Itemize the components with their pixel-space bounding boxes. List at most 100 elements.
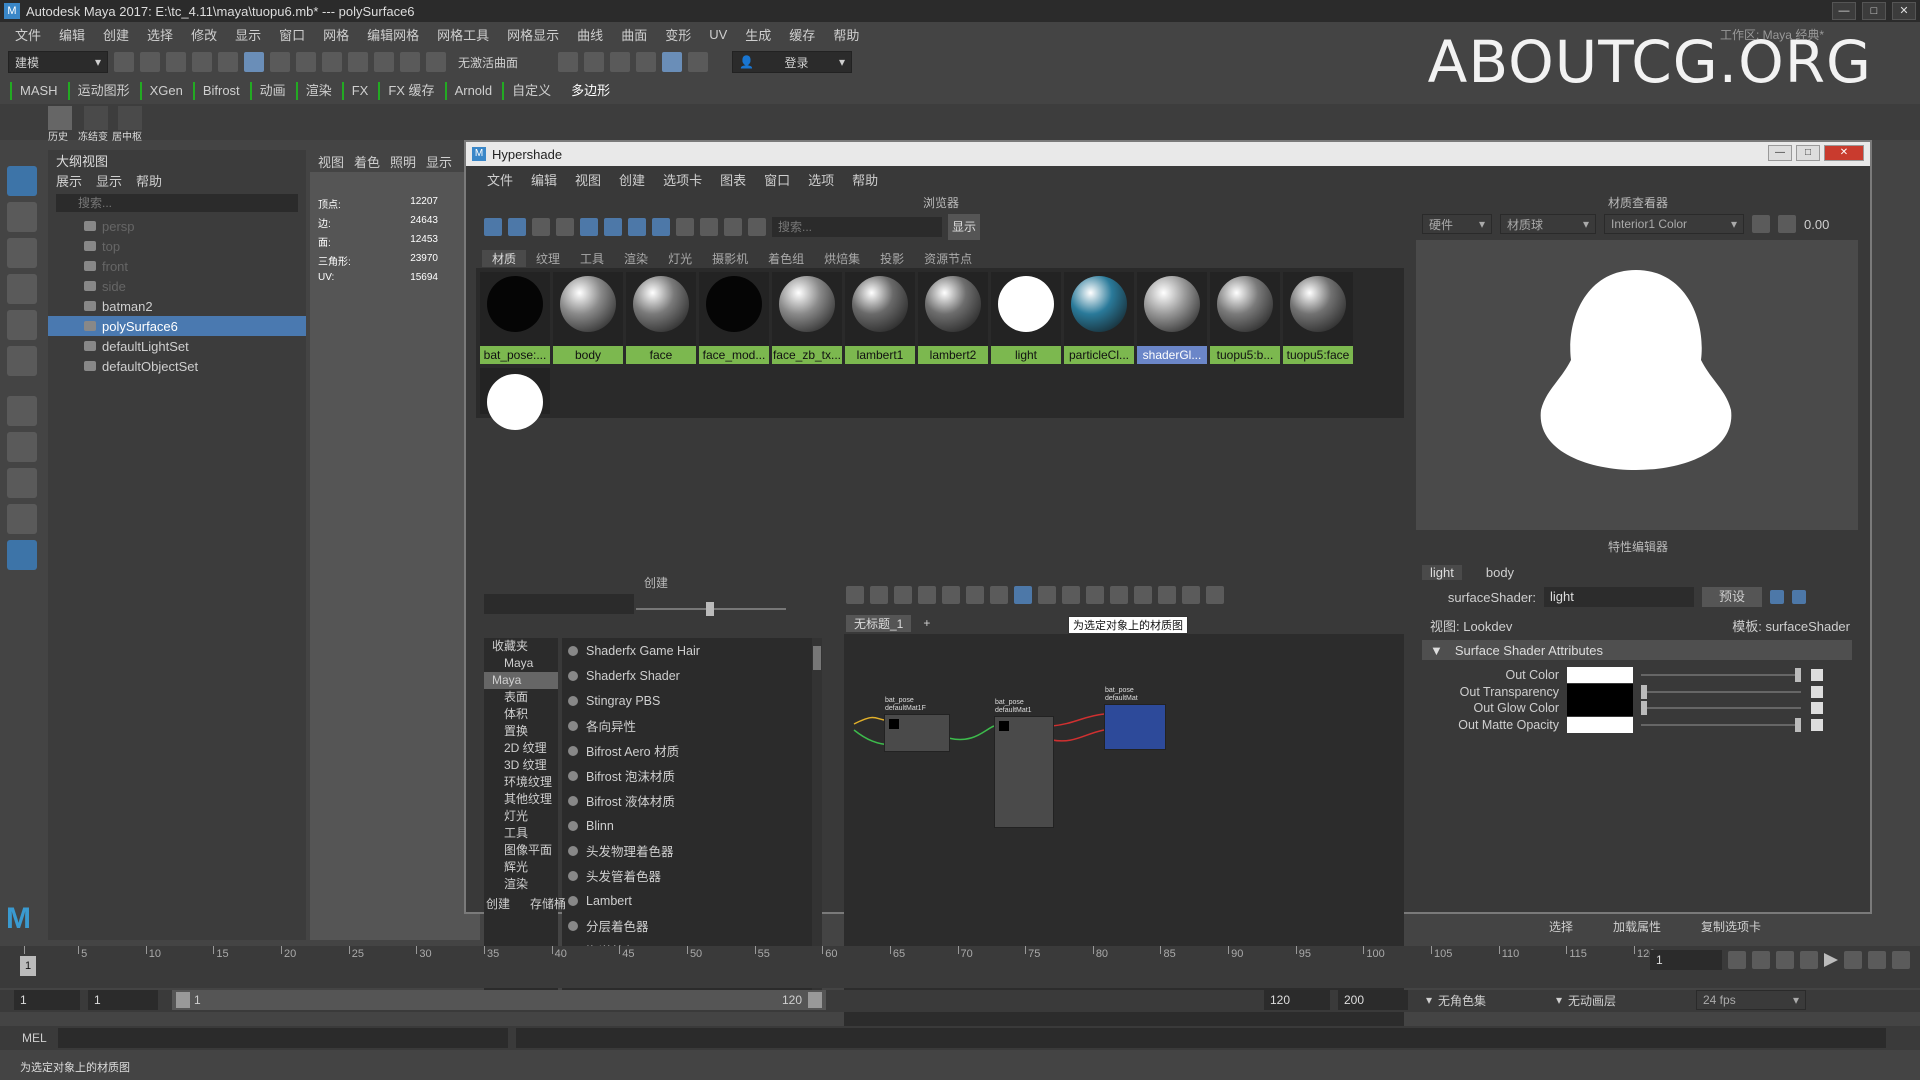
sort-name-icon[interactable] — [652, 218, 670, 236]
create-node-item[interactable]: 分层着色器 — [562, 913, 816, 938]
menu-item[interactable]: 创建 — [94, 25, 138, 44]
slider-handle[interactable] — [706, 602, 714, 616]
create-node-item[interactable]: Stingray PBS — [562, 688, 816, 713]
create-node-item[interactable]: Blinn — [562, 813, 816, 838]
layout-icon[interactable] — [990, 586, 1008, 604]
environment-dropdown[interactable]: Interior1 Color ▾ — [1604, 214, 1744, 234]
browser-tab[interactable]: 烘焙集 — [814, 250, 870, 267]
create-category[interactable]: 工具 — [484, 825, 558, 842]
minimize-icon[interactable]: — — [1832, 2, 1856, 20]
shelf-tab[interactable]: 多边形 — [561, 82, 618, 100]
ipr-render-icon[interactable] — [584, 52, 604, 72]
search-icon[interactable] — [1134, 586, 1152, 604]
outliner-item[interactable]: batman2 — [48, 296, 306, 316]
outliner-item[interactable]: front — [48, 256, 306, 276]
save-scene-icon[interactable] — [166, 52, 186, 72]
shelf-tab[interactable]: MASH — [10, 82, 66, 100]
last-tool-icon[interactable] — [7, 396, 37, 426]
current-frame-marker[interactable]: 1 — [20, 956, 36, 976]
range-start-field[interactable]: 1 — [88, 990, 158, 1010]
menu-item[interactable]: 选择 — [138, 25, 182, 44]
hypershade-menu-item[interactable]: 选项 — [799, 170, 843, 189]
create-category[interactable]: 3D 纹理 — [484, 757, 558, 774]
browser-tab[interactable]: 纹理 — [526, 250, 570, 267]
graph-node-material[interactable]: bat_pose defaultMat1 — [994, 699, 1054, 828]
snap-point-icon[interactable] — [374, 52, 394, 72]
large-swatch-icon[interactable] — [604, 218, 622, 236]
color-swatch[interactable] — [1567, 716, 1633, 733]
copy-tab-icon[interactable] — [1792, 590, 1806, 604]
shelf-tab[interactable]: 自定义 — [502, 82, 559, 100]
outliner-menu-item[interactable]: 展示 — [56, 171, 82, 190]
outliner-item[interactable]: polySurface6 — [48, 316, 306, 336]
hypershade-menu-item[interactable]: 编辑 — [522, 170, 566, 189]
play-forward-icon[interactable] — [1824, 953, 1838, 967]
select-object-icon[interactable] — [270, 52, 290, 72]
current-frame-field[interactable]: 1 — [1650, 950, 1722, 970]
mel-input[interactable] — [58, 1028, 508, 1048]
menu-item[interactable]: 编辑网格 — [358, 25, 428, 44]
go-to-start-icon[interactable] — [1728, 951, 1746, 969]
material-swatch[interactable]: face — [626, 272, 696, 364]
menu-item[interactable]: 文件 — [6, 25, 50, 44]
swatch-icon[interactable] — [1206, 586, 1224, 604]
scene-end-field[interactable]: 200 — [1338, 990, 1408, 1010]
frame-all-icon[interactable] — [918, 586, 936, 604]
render-frame-icon[interactable] — [558, 52, 578, 72]
new-scene-icon[interactable] — [114, 52, 134, 72]
shelf-tab[interactable]: FX — [341, 82, 377, 100]
pause-icon[interactable] — [1752, 215, 1770, 233]
browser-tab[interactable]: 投影 — [870, 250, 914, 267]
menu-item[interactable]: 网格显示 — [498, 25, 568, 44]
create-category[interactable]: 渲染 — [484, 876, 558, 893]
lasso-tool-icon[interactable] — [7, 202, 37, 232]
material-swatch[interactable]: particleCl... — [1064, 272, 1134, 364]
xl-swatch-icon[interactable] — [628, 218, 646, 236]
create-footer-tab[interactable]: 创建 — [486, 895, 510, 912]
browser-tab[interactable]: 灯光 — [658, 250, 702, 267]
input-connections-icon[interactable] — [846, 586, 864, 604]
create-node-item[interactable]: Shaderfx Shader — [562, 663, 816, 688]
attribute-tab[interactable]: body — [1486, 565, 1514, 580]
surface-shader-section[interactable]: ▼ Surface Shader Attributes — [1422, 640, 1852, 660]
two-pane-icon[interactable] — [7, 504, 37, 534]
show-button[interactable]: 显示 — [948, 214, 980, 240]
create-category[interactable]: 表面 — [484, 689, 558, 706]
preset-button[interactable]: 预设 — [1702, 587, 1762, 607]
menu-item[interactable]: 缓存 — [780, 25, 824, 44]
render-settings-icon[interactable] — [610, 52, 630, 72]
refresh-icon[interactable] — [724, 218, 742, 236]
range-handle-right[interactable] — [808, 992, 822, 1008]
range-handle-left[interactable] — [176, 992, 190, 1008]
create-category[interactable]: 其他纹理 — [484, 791, 558, 808]
browser-tab[interactable]: 摄影机 — [702, 250, 758, 267]
range-slider[interactable]: 1 120 — [172, 990, 826, 1010]
browser-tab[interactable]: 渲染 — [614, 250, 658, 267]
step-back-icon[interactable] — [1776, 951, 1794, 969]
maximize-icon[interactable]: □ — [1862, 2, 1886, 20]
move-tool-icon[interactable] — [7, 274, 37, 304]
login-dropdown[interactable]: 👤 登录 ▾ — [732, 51, 852, 73]
shelf-tab[interactable]: FX 缓存 — [378, 82, 442, 100]
tab-untitled[interactable]: 无标题_1 — [846, 614, 912, 632]
medium-swatch-icon[interactable] — [580, 218, 598, 236]
create-node-item[interactable]: Bifrost Aero 材质 — [562, 738, 816, 763]
graph-node-shading-group[interactable]: bat_pose defaultMat — [1104, 687, 1166, 750]
create-category[interactable]: Maya — [484, 672, 558, 689]
menu-item[interactable]: 曲线 — [568, 25, 612, 44]
render-view-icon[interactable] — [662, 52, 682, 72]
graph-node-file[interactable]: bat_pose defaultMat1F — [884, 697, 950, 752]
surface-shader-field[interactable]: light — [1544, 587, 1694, 607]
step-forward-icon[interactable] — [1844, 951, 1862, 969]
material-swatch[interactable]: face_zb_tx... — [772, 272, 842, 364]
hypershade-menu-item[interactable]: 帮助 — [843, 170, 887, 189]
create-node-item[interactable]: 头发管着色器 — [562, 863, 816, 888]
create-category[interactable]: 图像平面 — [484, 842, 558, 859]
create-node-item[interactable]: Lambert — [562, 888, 816, 913]
freeze-transform-icon[interactable] — [84, 106, 108, 130]
snap-view-icon[interactable] — [400, 52, 420, 72]
close-icon[interactable]: ✕ — [1824, 145, 1864, 161]
menu-item[interactable]: 网格 — [314, 25, 358, 44]
color-swatch[interactable] — [1567, 683, 1633, 700]
menu-item[interactable]: 帮助 — [824, 25, 868, 44]
